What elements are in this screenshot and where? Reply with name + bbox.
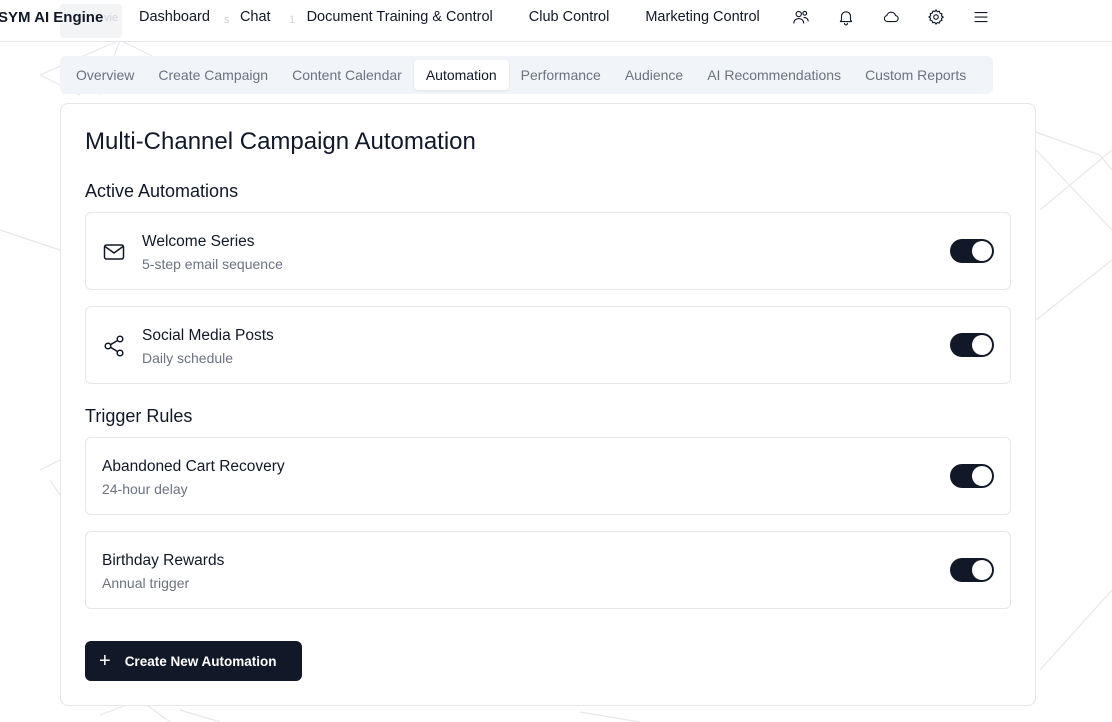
nav-item-marketing-control[interactable]: Marketing Control (624, 9, 774, 25)
gear-icon[interactable] (921, 4, 950, 30)
section-title-active-automations: Active Automations (85, 181, 239, 201)
cloud-icon[interactable] (876, 4, 905, 30)
menu-icon[interactable] (966, 4, 995, 30)
toggle-knob (972, 335, 992, 355)
create-new-automation-button[interactable]: + Create New Automation (85, 641, 302, 681)
tab-performance[interactable]: Performance (509, 60, 613, 90)
nav-item-club-control[interactable]: Club Control (508, 9, 625, 25)
automation-card: Multi-Channel Campaign Automation Active… (60, 103, 1036, 706)
toggle-switch[interactable] (950, 464, 994, 488)
toggle-switch[interactable] (950, 558, 994, 582)
item-subtitle: Annual trigger (102, 575, 190, 591)
tab-create-campaign[interactable]: Create Campaign (146, 60, 280, 90)
trigger-item-birthday-rewards: Birthday Rewards Annual trigger (85, 531, 1011, 609)
main-nav: Dashboard Chat Document Training & Contr… (124, 0, 775, 34)
automation-item-social-media-posts: Social Media Posts Daily schedule (85, 306, 1011, 384)
tab-ai-recommendations[interactable]: AI Recommendations (695, 60, 853, 90)
ghost-text: vie (104, 12, 119, 24)
brand-logo-text[interactable]: SYM AI Engine (0, 9, 103, 26)
automation-item-welcome-series: Welcome Series 5-step email sequence (85, 212, 1011, 290)
tab-bar: Overview Create Campaign Content Calenda… (60, 56, 993, 94)
item-subtitle: Daily schedule (142, 350, 234, 366)
mail-icon (102, 240, 126, 264)
nav-item-dashboard[interactable]: Dashboard (124, 9, 225, 25)
tab-audience[interactable]: Audience (613, 60, 695, 90)
item-title: Social Media Posts (142, 327, 274, 344)
trigger-item-abandoned-cart: Abandoned Cart Recovery 24-hour delay (85, 437, 1011, 515)
toggle-switch[interactable] (950, 239, 994, 263)
users-icon[interactable] (786, 4, 815, 30)
tab-content-calendar[interactable]: Content Calendar (280, 60, 414, 90)
section-title-trigger-rules: Trigger Rules (85, 406, 193, 426)
top-navbar: vie s 1 SYM AI Engine Dashboard Chat Doc… (0, 0, 1112, 42)
item-subtitle: 5-step email sequence (142, 256, 283, 272)
tab-custom-reports[interactable]: Custom Reports (853, 60, 978, 90)
nav-item-document-training[interactable]: Document Training & Control (286, 9, 508, 25)
toggle-knob (972, 241, 992, 261)
item-title: Abandoned Cart Recovery (102, 458, 285, 475)
page-title: Multi-Channel Campaign Automation (85, 128, 476, 155)
item-title: Welcome Series (142, 233, 255, 250)
toggle-knob (972, 560, 992, 580)
toggle-switch[interactable] (950, 333, 994, 357)
nav-item-chat[interactable]: Chat (225, 9, 286, 25)
header-icons (786, 4, 1011, 30)
item-subtitle: 24-hour delay (102, 481, 188, 497)
tab-overview[interactable]: Overview (64, 60, 146, 90)
bell-icon[interactable] (831, 4, 860, 30)
toggle-knob (972, 466, 992, 486)
tab-automation[interactable]: Automation (413, 60, 509, 90)
plus-icon: + (99, 650, 111, 672)
share-icon (102, 334, 126, 358)
create-button-label: Create New Automation (124, 653, 277, 669)
item-title: Birthday Rewards (102, 552, 225, 569)
